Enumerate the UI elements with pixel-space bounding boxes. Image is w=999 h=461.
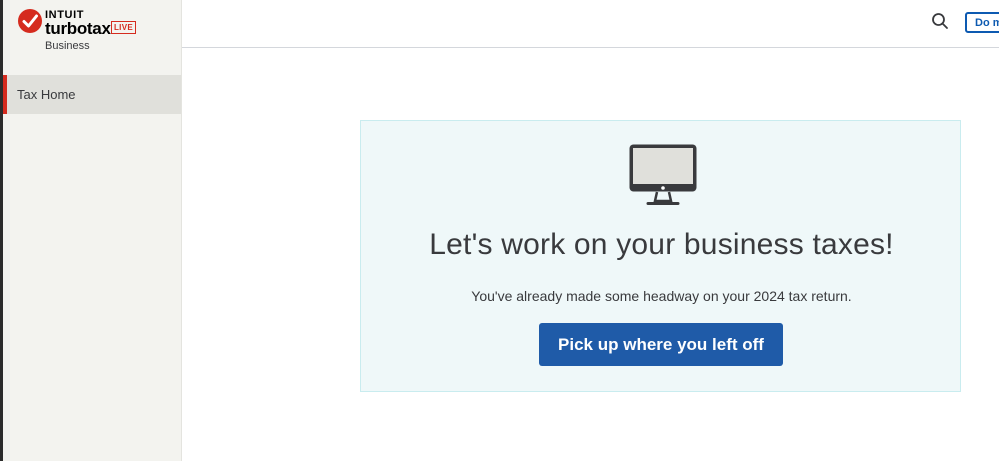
card-title: Let's work on your business taxes! xyxy=(429,228,894,261)
sidebar-item-tax-home[interactable]: Tax Home xyxy=(3,75,181,114)
live-badge: LIVE xyxy=(111,21,136,34)
checkmark-logo-icon xyxy=(18,9,42,33)
search-icon[interactable] xyxy=(931,12,949,35)
resume-card: Let's work on your business taxes! You'v… xyxy=(360,120,961,392)
top-header: Do m xyxy=(182,0,999,48)
turbotax-wordmark: turbotax xyxy=(45,19,111,38)
business-subtitle: Business xyxy=(45,40,90,52)
header-button[interactable]: Do m xyxy=(965,12,999,33)
sidebar: INTUIT turbotax LIVE Business Tax Home xyxy=(3,0,182,461)
card-subtitle: You've already made some headway on your… xyxy=(471,288,852,304)
turbotax-logo[interactable]: INTUIT turbotax LIVE Business xyxy=(17,8,177,58)
sidebar-item-label: Tax Home xyxy=(17,87,76,102)
pick-up-button[interactable]: Pick up where you left off xyxy=(539,323,783,366)
monitor-icon xyxy=(628,143,698,212)
